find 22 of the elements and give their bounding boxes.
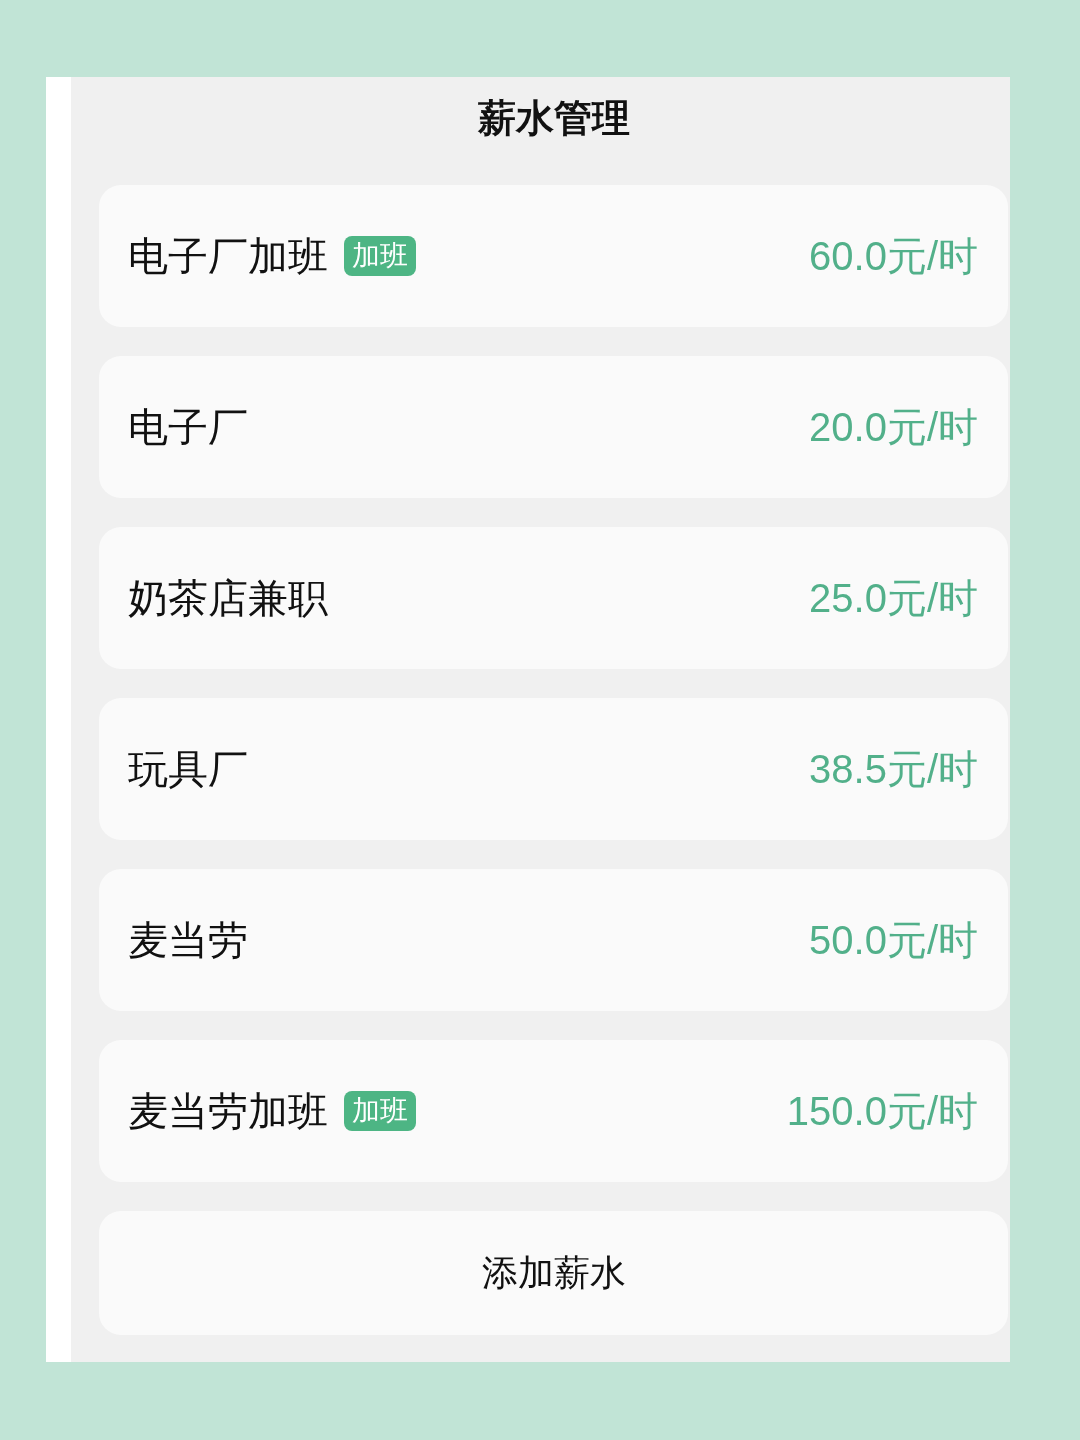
- salary-card[interactable]: 电子厂加班 加班 60.0元/时: [99, 185, 1008, 327]
- overtime-tag: 加班: [344, 1091, 416, 1131]
- salary-name: 麦当劳: [128, 917, 248, 964]
- salary-name: 麦当劳加班: [128, 1088, 328, 1135]
- hourly-rate: 150.0元/时: [786, 1088, 978, 1135]
- page-title: 薪水管理: [477, 98, 630, 138]
- overtime-tag: 加班: [344, 236, 416, 276]
- salary-card[interactable]: 玩具厂 38.5元/时: [99, 698, 1008, 840]
- salary-card[interactable]: 麦当劳加班 加班 150.0元/时: [99, 1040, 1008, 1182]
- hourly-rate: 25.0元/时: [809, 575, 978, 622]
- salary-name: 玩具厂: [128, 746, 248, 793]
- salary-name: 奶茶店兼职: [128, 575, 328, 622]
- hourly-rate: 38.5元/时: [809, 746, 978, 793]
- salary-name: 电子厂: [128, 404, 248, 451]
- hourly-rate: 60.0元/时: [809, 233, 978, 280]
- salary-card[interactable]: 奶茶店兼职 25.0元/时: [99, 527, 1008, 669]
- add-salary-button[interactable]: 添加薪水: [99, 1211, 1008, 1335]
- salary-card[interactable]: 电子厂 20.0元/时: [99, 356, 1008, 498]
- salary-name: 电子厂加班: [128, 233, 328, 280]
- hourly-rate: 50.0元/时: [809, 917, 978, 964]
- salary-card[interactable]: 麦当劳 50.0元/时: [99, 869, 1008, 1011]
- hourly-rate: 20.0元/时: [809, 404, 978, 451]
